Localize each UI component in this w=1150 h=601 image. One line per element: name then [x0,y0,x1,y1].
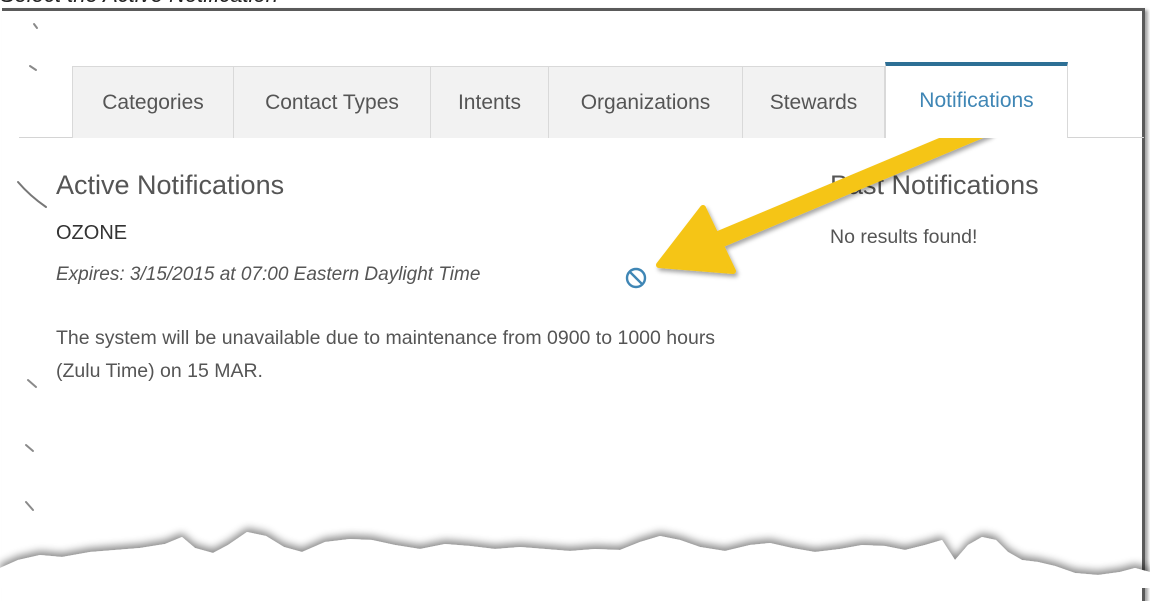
no-results-text: No results found! [830,226,978,248]
deactivate-icon[interactable] [623,265,649,291]
notification-expiry: Expires: 3/15/2015 at 07:00 Eastern Dayl… [56,264,481,285]
document-caption: Select the Active Notification [0,0,278,8]
notification-message: The system will be unavailable due to ma… [56,327,716,382]
notification-name: OZONE [56,222,128,244]
tab-categories[interactable]: Categories [72,66,234,138]
active-notifications-heading: Active Notifications [56,170,285,200]
tab-intents[interactable]: Intents [431,66,549,138]
past-notifications-heading: Past Notifications [830,170,1039,200]
tab-stewards[interactable]: Stewards [743,66,885,138]
tab-organizations[interactable]: Organizations [549,66,743,138]
tab-contact-types[interactable]: Contact Types [234,66,431,138]
tab-bar: Categories Contact Types Intents Organiz… [72,62,1068,138]
tab-notifications[interactable]: Notifications [885,62,1068,138]
